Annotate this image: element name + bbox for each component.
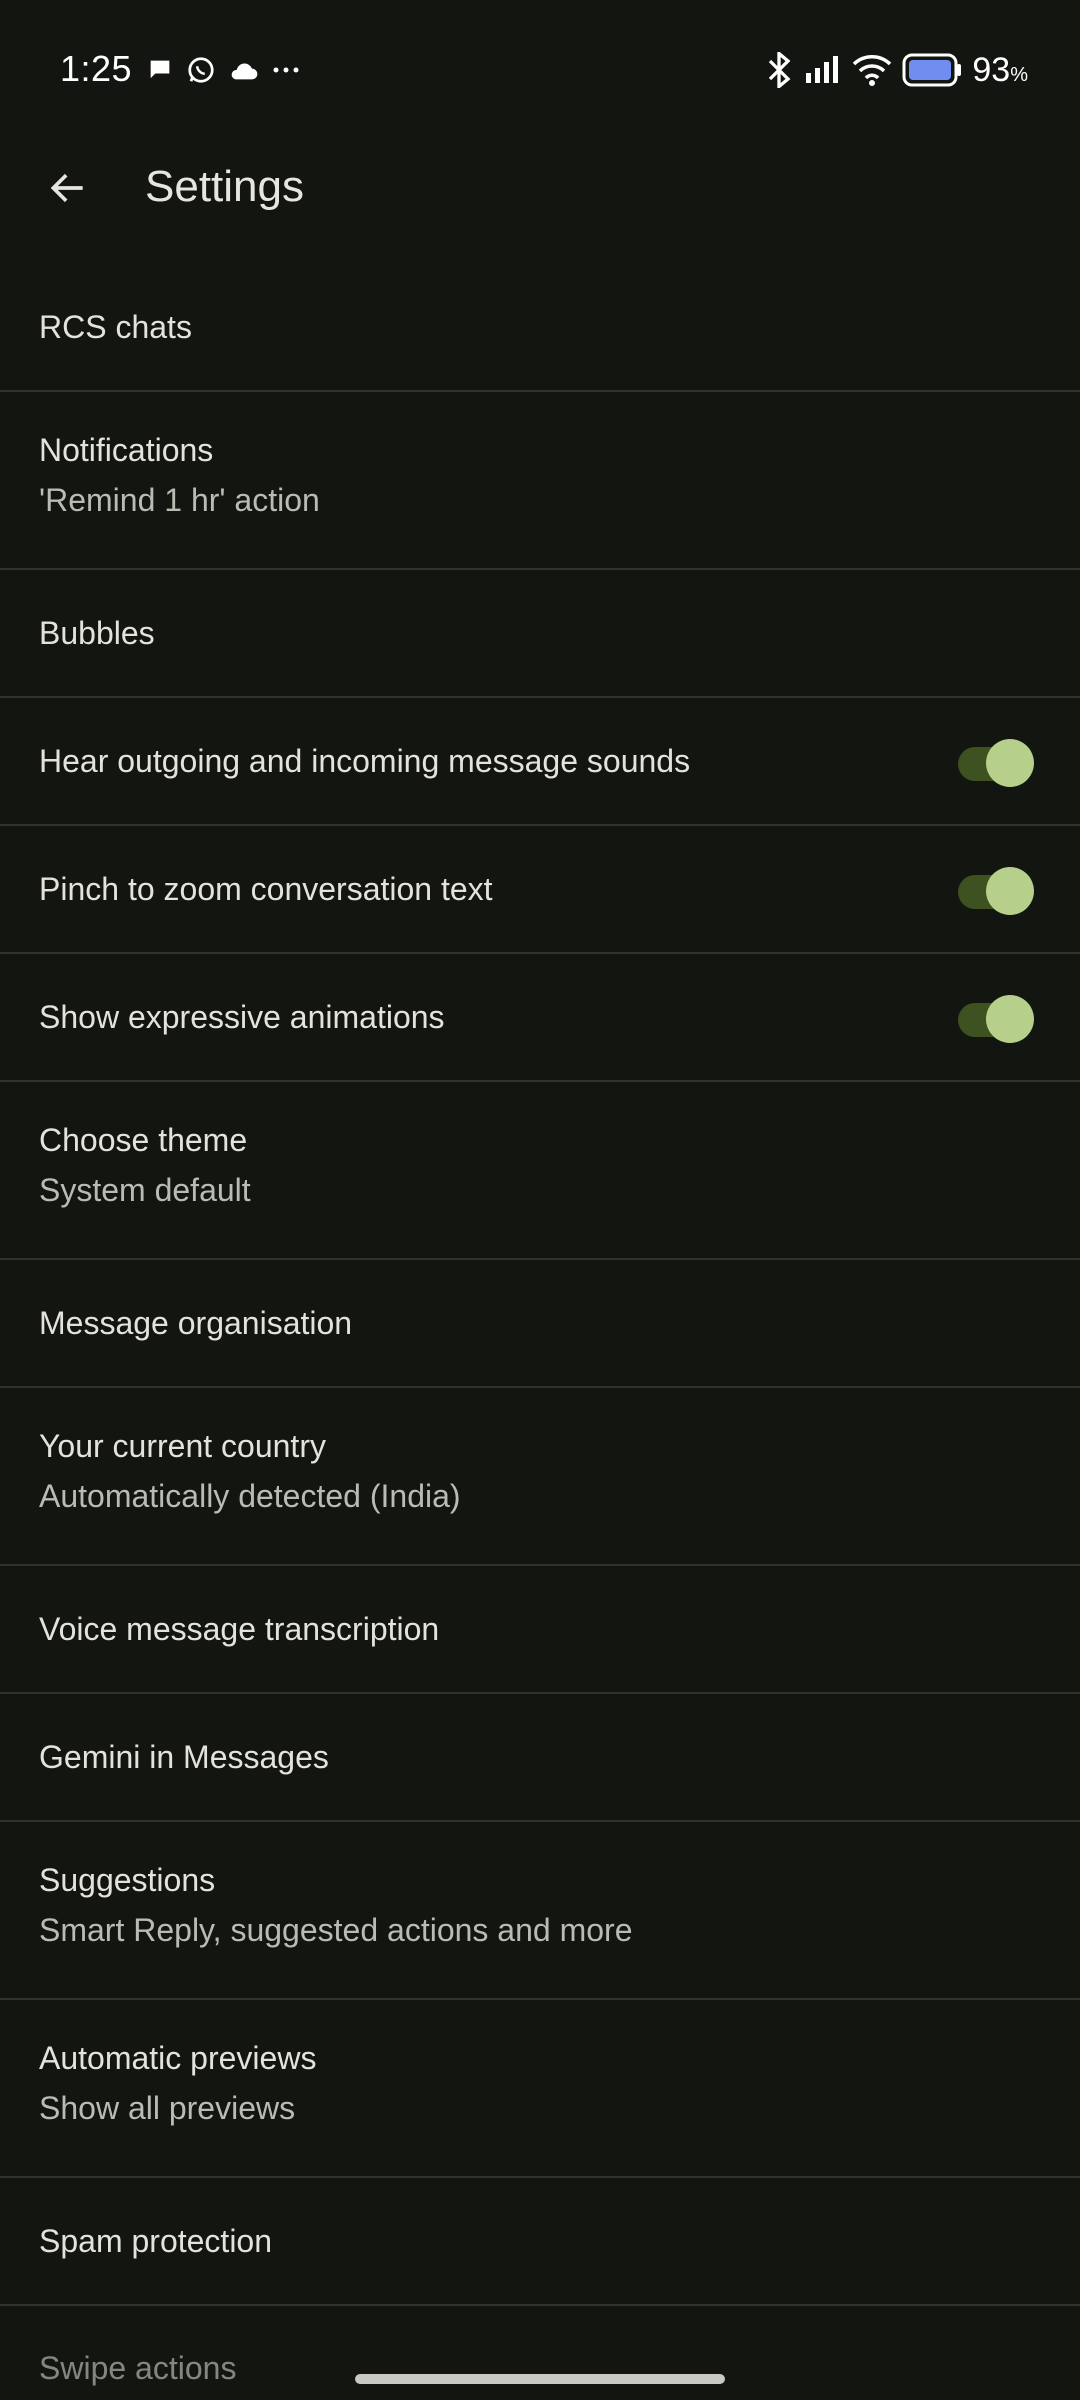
status-bar: 1:25 93% xyxy=(0,0,1080,140)
setting-message-sounds[interactable]: Hear outgoing and incoming message sound… xyxy=(0,698,1080,826)
setting-title: Notifications xyxy=(39,432,214,468)
setting-summary: System default xyxy=(39,1172,251,1208)
signal-icon xyxy=(806,56,839,83)
setting-summary: 'Remind 1 hr' action xyxy=(39,482,320,518)
setting-pinch-to-zoom[interactable]: Pinch to zoom conversation text xyxy=(0,826,1080,954)
setting-title: Voice message transcription xyxy=(39,1611,440,1647)
whatsapp-icon xyxy=(188,57,214,83)
setting-choose-theme[interactable]: Choose theme System default xyxy=(0,1082,1080,1260)
setting-title: Automatic previews xyxy=(39,2040,317,2076)
setting-spam-protection[interactable]: Spam protection xyxy=(0,2178,1080,2306)
setting-summary: Smart Reply, suggested actions and more xyxy=(39,1912,633,1948)
message-sounds-toggle[interactable] xyxy=(954,739,1034,787)
setting-message-organisation[interactable]: Message organisation xyxy=(0,1260,1080,1388)
back-button[interactable] xyxy=(30,150,106,226)
system-status-icons: 93% xyxy=(764,48,1028,92)
setting-notifications[interactable]: Notifications 'Remind 1 hr' action xyxy=(0,392,1080,570)
cloud-icon xyxy=(231,63,258,80)
setting-gemini[interactable]: Gemini in Messages xyxy=(0,1694,1080,1822)
battery-percent: 93% xyxy=(972,50,1028,89)
setting-voice-transcription[interactable]: Voice message transcription xyxy=(0,1566,1080,1694)
setting-automatic-previews[interactable]: Automatic previews Show all previews xyxy=(0,2000,1080,2178)
setting-bubbles[interactable]: Bubbles xyxy=(0,570,1080,698)
setting-title: Your current country xyxy=(39,1428,326,1464)
setting-rcs-chats[interactable]: RCS chats xyxy=(0,264,1080,392)
battery-icon xyxy=(902,53,962,87)
setting-title: Pinch to zoom conversation text xyxy=(39,871,493,907)
setting-title: Choose theme xyxy=(39,1122,248,1158)
setting-title: Show expressive animations xyxy=(39,999,445,1035)
setting-current-country[interactable]: Your current country Automatically detec… xyxy=(0,1388,1080,1566)
setting-title: RCS chats xyxy=(39,309,192,345)
setting-summary: Show all previews xyxy=(39,2090,296,2126)
more-dots-icon xyxy=(273,67,299,73)
setting-title: Message organisation xyxy=(39,1305,353,1341)
setting-summary: Automatically detected (India) xyxy=(39,1478,461,1514)
wifi-icon xyxy=(853,55,892,86)
setting-title: Bubbles xyxy=(39,615,155,651)
setting-suggestions[interactable]: Suggestions Smart Reply, suggested actio… xyxy=(0,1822,1080,2000)
settings-list: RCS chats Notifications 'Remind 1 hr' ac… xyxy=(0,264,1080,2306)
notification-icons xyxy=(146,54,300,86)
status-time: 1:25 xyxy=(60,48,133,89)
setting-title: Spam protection xyxy=(39,2223,273,2259)
chat-bubble-icon xyxy=(150,60,170,79)
page-title: Settings xyxy=(145,162,304,211)
arrow-back-icon xyxy=(50,173,83,203)
gesture-nav-handle[interactable] xyxy=(355,2374,725,2384)
setting-expressive-animations[interactable]: Show expressive animations xyxy=(0,954,1080,1082)
expressive-animations-toggle[interactable] xyxy=(954,995,1034,1043)
app-bar: Settings xyxy=(0,140,1080,236)
bluetooth-icon xyxy=(769,52,791,88)
setting-swipe-actions[interactable]: Swipe actions xyxy=(39,2350,236,2387)
setting-title: Suggestions xyxy=(39,1862,216,1898)
setting-title: Gemini in Messages xyxy=(39,1739,329,1775)
setting-title: Hear outgoing and incoming message sound… xyxy=(39,743,691,779)
pinch-to-zoom-toggle[interactable] xyxy=(954,867,1034,915)
